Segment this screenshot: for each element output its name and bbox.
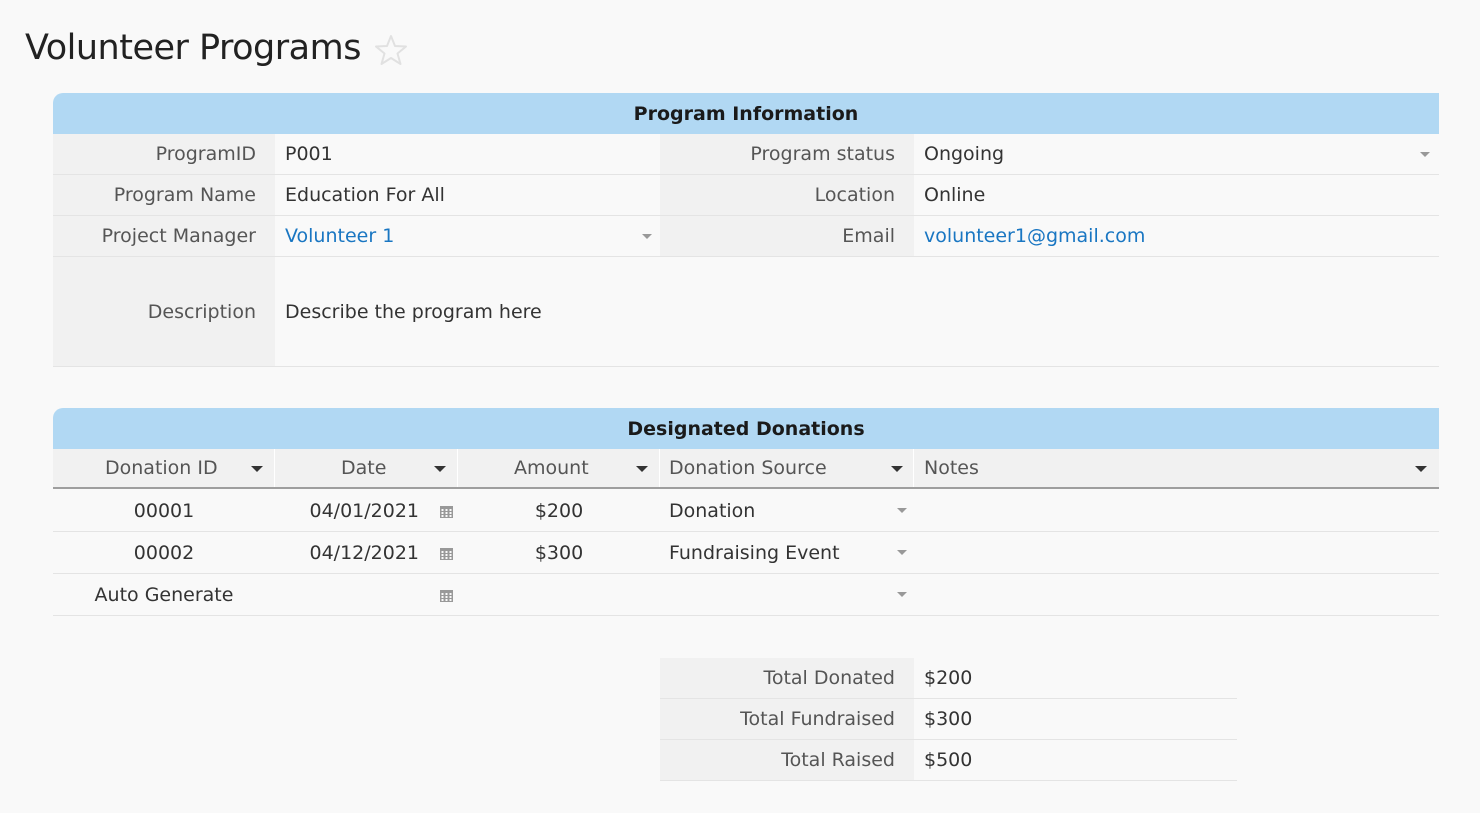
column-header-donation-id[interactable]: Donation ID xyxy=(53,449,275,487)
program-id-label: ProgramID xyxy=(53,134,275,175)
table-row-new[interactable]: Auto Generate xyxy=(53,574,1439,616)
description-label: Description xyxy=(53,257,275,367)
form-row-program-id: ProgramID P001 Program status Ongoing xyxy=(53,134,1439,175)
table-row[interactable]: 00001 04/01/2021 $200 Donation xyxy=(53,490,1439,532)
notes-cell[interactable] xyxy=(914,574,1439,615)
column-header-donation-source[interactable]: Donation Source xyxy=(660,449,914,487)
donation-id-cell[interactable]: Auto Generate xyxy=(53,574,275,615)
total-raised-label: Total Raised xyxy=(660,740,914,781)
email-label: Email xyxy=(660,216,914,257)
program-name-field[interactable]: Education For All xyxy=(275,175,660,216)
calendar-icon[interactable] xyxy=(440,505,453,518)
donation-source-cell[interactable]: Fundraising Event xyxy=(660,532,914,573)
program-id-field[interactable]: P001 xyxy=(275,134,660,175)
email-field[interactable]: volunteer1@gmail.com xyxy=(914,216,1439,257)
chevron-down-icon[interactable] xyxy=(642,234,652,239)
chevron-down-icon[interactable] xyxy=(251,466,263,472)
notes-cell[interactable] xyxy=(914,490,1439,531)
chevron-down-icon[interactable] xyxy=(897,508,907,513)
donation-id-cell[interactable]: 00001 xyxy=(53,490,275,531)
date-cell[interactable] xyxy=(275,574,419,615)
chevron-down-icon[interactable] xyxy=(636,466,648,472)
column-header-amount[interactable]: Amount xyxy=(458,449,660,487)
table-row[interactable]: 00002 04/12/2021 $300 Fundraising Event xyxy=(53,532,1439,574)
total-fundraised-label: Total Fundraised xyxy=(660,699,914,740)
column-label: Date xyxy=(341,457,387,479)
amount-cell[interactable] xyxy=(458,574,660,615)
column-label: Notes xyxy=(924,457,979,479)
donation-source-cell[interactable] xyxy=(660,574,914,615)
chevron-down-icon[interactable] xyxy=(434,466,446,472)
location-field[interactable]: Online xyxy=(914,175,1439,216)
star-icon[interactable] xyxy=(374,33,408,67)
column-label: Donation Source xyxy=(669,457,827,479)
chevron-down-icon[interactable] xyxy=(897,550,907,555)
location-label: Location xyxy=(660,175,914,216)
notes-cell[interactable] xyxy=(914,532,1439,573)
donation-id-cell[interactable]: 00002 xyxy=(53,532,275,573)
date-cell[interactable]: 04/01/2021 xyxy=(275,490,419,531)
project-manager-label: Project Manager xyxy=(53,216,275,257)
project-manager-value[interactable]: Volunteer 1 xyxy=(285,225,394,247)
donations-table-header: Donation ID Date Amount Donation Source … xyxy=(53,449,1439,489)
donation-source-cell[interactable]: Donation xyxy=(660,490,914,531)
column-header-date[interactable]: Date xyxy=(275,449,458,487)
total-raised-value: $500 xyxy=(914,740,1237,781)
column-header-notes[interactable]: Notes xyxy=(914,449,1439,487)
amount-cell[interactable]: $200 xyxy=(458,490,660,531)
program-status-value: Ongoing xyxy=(924,143,1005,165)
designated-donations-header: Designated Donations xyxy=(53,408,1439,449)
program-status-select[interactable]: Ongoing xyxy=(914,134,1439,175)
amount-cell[interactable]: $300 xyxy=(458,532,660,573)
total-donated-row: Total Donated $200 xyxy=(660,658,1237,699)
chevron-down-icon[interactable] xyxy=(891,466,903,472)
form-row-description: Description Describe the program here xyxy=(53,257,1439,367)
chevron-down-icon[interactable] xyxy=(1415,466,1427,472)
chevron-down-icon[interactable] xyxy=(897,592,907,597)
total-fundraised-row: Total Fundraised $300 xyxy=(660,699,1237,740)
form-row-program-name: Program Name Education For All Location … xyxy=(53,175,1439,216)
total-raised-row: Total Raised $500 xyxy=(660,740,1237,781)
calendar-icon[interactable] xyxy=(440,547,453,560)
total-donated-label: Total Donated xyxy=(660,658,914,699)
description-field[interactable]: Describe the program here xyxy=(275,257,1439,367)
chevron-down-icon[interactable] xyxy=(1420,152,1430,157)
page: Volunteer Programs Program Information P… xyxy=(0,0,1480,813)
page-title: Volunteer Programs xyxy=(25,28,361,68)
calendar-icon[interactable] xyxy=(440,589,453,602)
column-label: Donation ID xyxy=(105,457,218,479)
date-cell[interactable]: 04/12/2021 xyxy=(275,532,419,573)
form-row-project-manager: Project Manager Volunteer 1 Email volunt… xyxy=(53,216,1439,257)
program-information-header: Program Information xyxy=(53,93,1439,134)
total-fundraised-value: $300 xyxy=(914,699,1237,740)
program-name-label: Program Name xyxy=(53,175,275,216)
program-status-label: Program status xyxy=(660,134,914,175)
project-manager-select[interactable]: Volunteer 1 xyxy=(275,216,660,257)
column-label: Amount xyxy=(514,457,589,479)
total-donated-value: $200 xyxy=(914,658,1237,699)
